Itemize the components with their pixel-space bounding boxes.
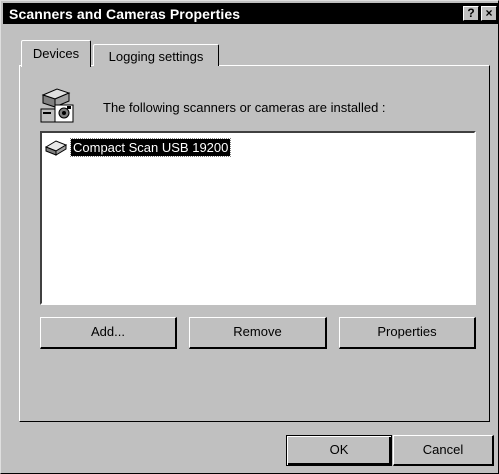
properties-dialog: Scanners and Cameras Properties ? × Devi… [0,0,499,474]
window-title: Scanners and Cameras Properties [9,6,241,22]
add-button-label: Add... [91,324,125,339]
cancel-button[interactable]: Cancel [393,435,494,466]
ok-button[interactable]: OK [286,435,392,466]
close-button[interactable]: × [481,6,497,21]
add-button[interactable]: Add... [40,317,177,349]
device-item-label: Compact Scan USB 19200 [69,138,232,157]
title-bar[interactable]: Scanners and Cameras Properties ? × [3,3,498,24]
scanner-camera-icon [40,88,74,123]
scanner-icon [45,140,67,156]
remove-button-label: Remove [233,324,282,339]
tab-devices-label: Devices [32,46,80,61]
properties-button-label: Properties [377,324,437,339]
tab-devices[interactable]: Devices [21,40,91,67]
tab-logging-settings[interactable]: Logging settings [93,44,219,66]
ok-button-label: OK [329,442,349,457]
help-button[interactable]: ? [463,6,479,21]
remove-button[interactable]: Remove [189,317,327,349]
cancel-button-label: Cancel [422,442,464,457]
tab-logging-settings-label: Logging settings [108,49,204,64]
properties-button[interactable]: Properties [339,317,476,349]
devices-info-text: The following scanners or cameras are in… [103,100,386,115]
device-list[interactable]: Compact Scan USB 19200 [40,131,476,305]
